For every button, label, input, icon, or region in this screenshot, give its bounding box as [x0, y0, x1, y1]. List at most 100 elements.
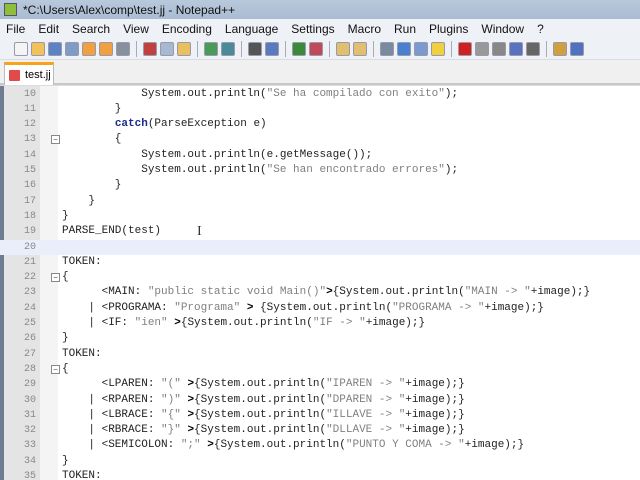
code-line[interactable]: 27 TOKEN: — [0, 347, 640, 362]
code-token: {System.out.println( — [194, 378, 327, 391]
zoom-in-icon[interactable] — [292, 41, 306, 56]
code-text: <LPAREN: "(" >{System.out.println("IPARE… — [62, 377, 465, 392]
code-line[interactable]: 32 | <RBRACE: "}" >{System.out.println("… — [0, 423, 640, 438]
line-number: 35 — [23, 471, 36, 480]
open-icon[interactable] — [31, 41, 45, 56]
code-line[interactable]: 22 −{ — [0, 270, 640, 285]
play-icon[interactable] — [492, 41, 506, 56]
code-token: "IPAREN -> " — [326, 378, 406, 391]
code-line[interactable]: 14 System.out.println(e.getMessage()); — [0, 148, 640, 163]
code-line[interactable]: 26} — [0, 331, 640, 346]
undo-icon[interactable] — [204, 41, 218, 56]
all-chars-icon[interactable] — [397, 41, 411, 56]
tab-test-jj[interactable]: test.jj — [4, 62, 54, 85]
code-line[interactable]: 20 — [0, 239, 640, 255]
code-text: | <LBRACE: "{" >{System.out.println("ILL… — [62, 408, 464, 423]
code-line[interactable]: 34} — [0, 454, 640, 469]
save-all-icon[interactable] — [65, 41, 79, 56]
code-line[interactable]: 25 | <IF: "ien" >{System.out.println("IF… — [0, 316, 640, 331]
code-token: +image);} — [365, 317, 426, 329]
code-line[interactable]: 13 − { — [0, 132, 640, 147]
code-line[interactable]: 18} — [0, 209, 640, 224]
line-number: 27 — [23, 348, 36, 360]
paste-icon[interactable] — [177, 41, 191, 56]
print-icon[interactable] — [116, 41, 130, 56]
code-line[interactable]: 11 } — [0, 102, 640, 117]
indent-guide-icon[interactable] — [414, 41, 428, 56]
title-bar: *C:\Users\Alex\comp\test.jj - Notepad++ — [0, 0, 640, 19]
code-line[interactable]: 30 | <RPAREN: ")" >{System.out.println("… — [0, 393, 640, 408]
sync-h-icon[interactable] — [353, 41, 367, 56]
code-token: {System.out.println( — [332, 286, 465, 299]
menu-macro[interactable]: Macro — [348, 22, 381, 36]
menu-settings[interactable]: Settings — [291, 22, 334, 36]
close-all-icon[interactable] — [99, 41, 113, 56]
menu-plugins[interactable]: Plugins — [429, 22, 468, 36]
code-line[interactable]: 35 TOKEN: — [0, 469, 640, 480]
new-icon[interactable] — [14, 41, 28, 56]
menu-language[interactable]: Language — [225, 22, 278, 36]
menu-view[interactable]: View — [123, 22, 149, 36]
code-line[interactable]: 21 TOKEN: — [0, 255, 640, 270]
code-line[interactable]: 29 <LPAREN: "(" >{System.out.println("IP… — [0, 377, 640, 392]
code-editor[interactable]: 10 System.out.println("Se ha compilado c… — [0, 86, 640, 480]
code-line[interactable]: 12 catch(ParseException e) — [0, 117, 640, 132]
sync-v-icon[interactable] — [336, 41, 350, 56]
code-line[interactable]: 31 | <LBRACE: "{" >{System.out.println("… — [0, 408, 640, 423]
find-icon[interactable] — [248, 41, 262, 56]
code-line[interactable]: 17 } — [0, 194, 640, 209]
stop-icon[interactable] — [475, 41, 489, 56]
code-token: > — [167, 317, 181, 329]
code-token: > — [180, 424, 195, 437]
spell-check-icon[interactable] — [570, 41, 584, 56]
code-token: "Se ha compilado con exito" — [266, 87, 445, 100]
code-token: } — [62, 179, 122, 192]
user-lang-icon[interactable] — [431, 41, 445, 56]
code-token: "ILLAVE -> " — [326, 408, 406, 421]
save-macro-icon[interactable] — [526, 41, 540, 56]
menu-edit[interactable]: Edit — [38, 22, 59, 36]
code-line[interactable]: 16 } — [0, 178, 640, 193]
menu-search[interactable]: Search — [72, 22, 110, 36]
replace-icon[interactable] — [265, 41, 279, 56]
code-token: | <PROGRAMA: — [62, 301, 175, 314]
redo-icon[interactable] — [221, 41, 235, 56]
code-line[interactable]: 24 | <PROGRAMA: "Programa" > {System.out… — [0, 301, 640, 316]
menu-encoding[interactable]: Encoding — [162, 22, 212, 36]
play-multiple-icon[interactable] — [509, 41, 523, 56]
code-line[interactable]: 19 PARSE_END(test) — [0, 224, 640, 239]
wrap-icon[interactable] — [380, 41, 394, 56]
code-text: | <RPAREN: ")" >{System.out.println("DPA… — [62, 393, 464, 408]
save-icon[interactable] — [48, 41, 62, 56]
code-line[interactable]: 15 System.out.println("Se han encontrado… — [0, 163, 640, 178]
copy-icon[interactable] — [160, 41, 174, 56]
code-token: System.out.println( — [62, 87, 267, 100]
code-text: } — [62, 194, 95, 209]
code-text: } — [62, 102, 122, 117]
close-icon[interactable] — [82, 41, 96, 56]
fold-toggle-icon[interactable]: − — [51, 135, 60, 145]
menu-help[interactable]: ? — [537, 22, 544, 36]
fold-toggle-icon[interactable]: − — [51, 364, 60, 374]
code-line[interactable]: 33 | <SEMICOLON: ";" >{System.out.printl… — [0, 438, 640, 453]
menu-file[interactable]: File — [6, 22, 25, 36]
menu-run[interactable]: Run — [394, 22, 416, 36]
cut-icon[interactable] — [143, 41, 157, 56]
menu-window[interactable]: Window — [481, 22, 524, 36]
code-text: } — [62, 178, 122, 193]
code-line[interactable]: 28 −{ — [0, 362, 640, 377]
launch-icon[interactable] — [553, 41, 567, 56]
line-number: 30 — [23, 394, 36, 406]
notepadpp-icon — [4, 3, 17, 16]
code-line[interactable]: 10 System.out.println("Se ha compilado c… — [0, 87, 640, 102]
code-token: {System.out.println( — [194, 424, 327, 437]
fold-toggle-icon[interactable]: − — [51, 273, 60, 283]
record-icon[interactable] — [458, 41, 472, 56]
line-number: 32 — [23, 425, 36, 437]
code-line[interactable]: 23 <MAIN: "public static void Main()">{S… — [0, 285, 640, 300]
code-token: } — [62, 454, 69, 467]
zoom-out-icon[interactable] — [309, 41, 323, 56]
code-text: | <IF: "ien" >{System.out.println("IF ->… — [62, 316, 425, 331]
code-text: TOKEN: — [62, 469, 102, 480]
line-number: 15 — [23, 165, 36, 176]
